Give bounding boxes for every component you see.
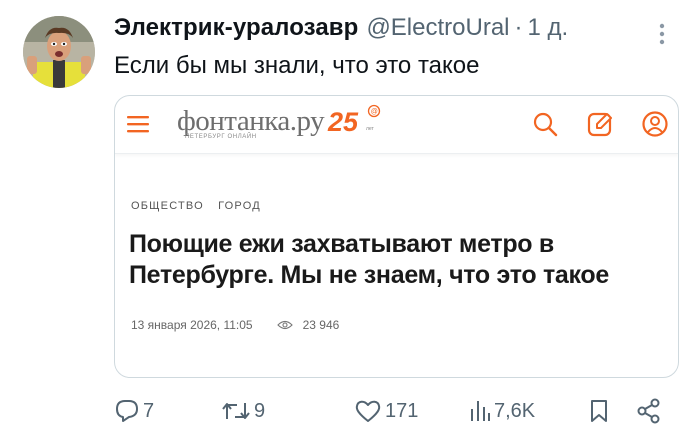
article-date: 13 января 2026, 11:05 (131, 318, 253, 332)
hamburger-menu-icon[interactable] (127, 115, 151, 133)
edit-icon[interactable] (587, 110, 615, 138)
site-header: фонтанка.ру 25 @ лет ПЕТЕРБУРГ ОНЛАЙН (115, 96, 678, 154)
like-button[interactable]: 171 (354, 394, 418, 428)
repost-button[interactable]: 9 (221, 394, 265, 428)
site-logo[interactable]: фонтанка.ру 25 @ лет ПЕТЕРБУРГ ОНЛАЙН (177, 104, 384, 146)
views-count: 7,6K (494, 399, 536, 422)
site-logo-subtitle: ПЕТЕРБУРГ ОНЛАЙН (185, 134, 257, 140)
reply-icon (114, 399, 140, 423)
repost-count: 9 (254, 399, 266, 422)
heart-icon (354, 399, 382, 423)
author-name[interactable]: Электрик-уралозавр (114, 14, 358, 42)
like-count: 171 (385, 399, 419, 422)
anniversary-badge: 25 @ лет (326, 104, 384, 143)
site-logo-text: фонтанка.ру (177, 105, 325, 137)
svg-text:лет: лет (366, 126, 375, 132)
share-button[interactable] (636, 394, 662, 428)
user-icon[interactable] (641, 110, 669, 138)
more-vertical-icon[interactable] (650, 20, 674, 48)
svg-text:25: 25 (327, 107, 359, 137)
avatar[interactable] (23, 16, 95, 88)
tweet-actions: 7 9 171 7,6K (114, 394, 674, 428)
analytics-icon (469, 399, 491, 423)
bookmark-button[interactable] (588, 394, 610, 428)
views-button[interactable]: 7,6K (469, 394, 535, 428)
tweet-header: Электрик-уралозавр @ElectroUral · 1 д. (114, 14, 568, 48)
article-tags: ОБЩЕСТВО ГОРОД (131, 200, 271, 212)
svg-text:@: @ (371, 109, 378, 116)
reply-button[interactable]: 7 (114, 394, 154, 428)
tag-society[interactable]: ОБЩЕСТВО (131, 200, 204, 212)
article-meta: 13 января 2026, 11:05 23 946 (131, 318, 339, 332)
repost-icon (221, 399, 251, 423)
link-card[interactable]: фонтанка.ру 25 @ лет ПЕТЕРБУРГ ОНЛАЙН ОБ… (114, 95, 679, 378)
reply-count: 7 (143, 399, 155, 422)
eye-icon (276, 320, 293, 330)
author-handle[interactable]: @ElectroUral (366, 14, 509, 42)
article-views: 23 946 (302, 318, 340, 332)
share-icon (636, 398, 662, 424)
separator: · (514, 14, 523, 41)
search-icon[interactable] (531, 110, 559, 138)
tag-city[interactable]: ГОРОД (218, 200, 261, 212)
tweet-text: Если бы мы знали, что это такое (114, 52, 480, 79)
article-headline[interactable]: Поющие ежи захватывают метро в Петербург… (129, 229, 669, 291)
tweet-timestamp[interactable]: 1 д. (528, 14, 569, 42)
bookmark-icon (588, 398, 610, 424)
